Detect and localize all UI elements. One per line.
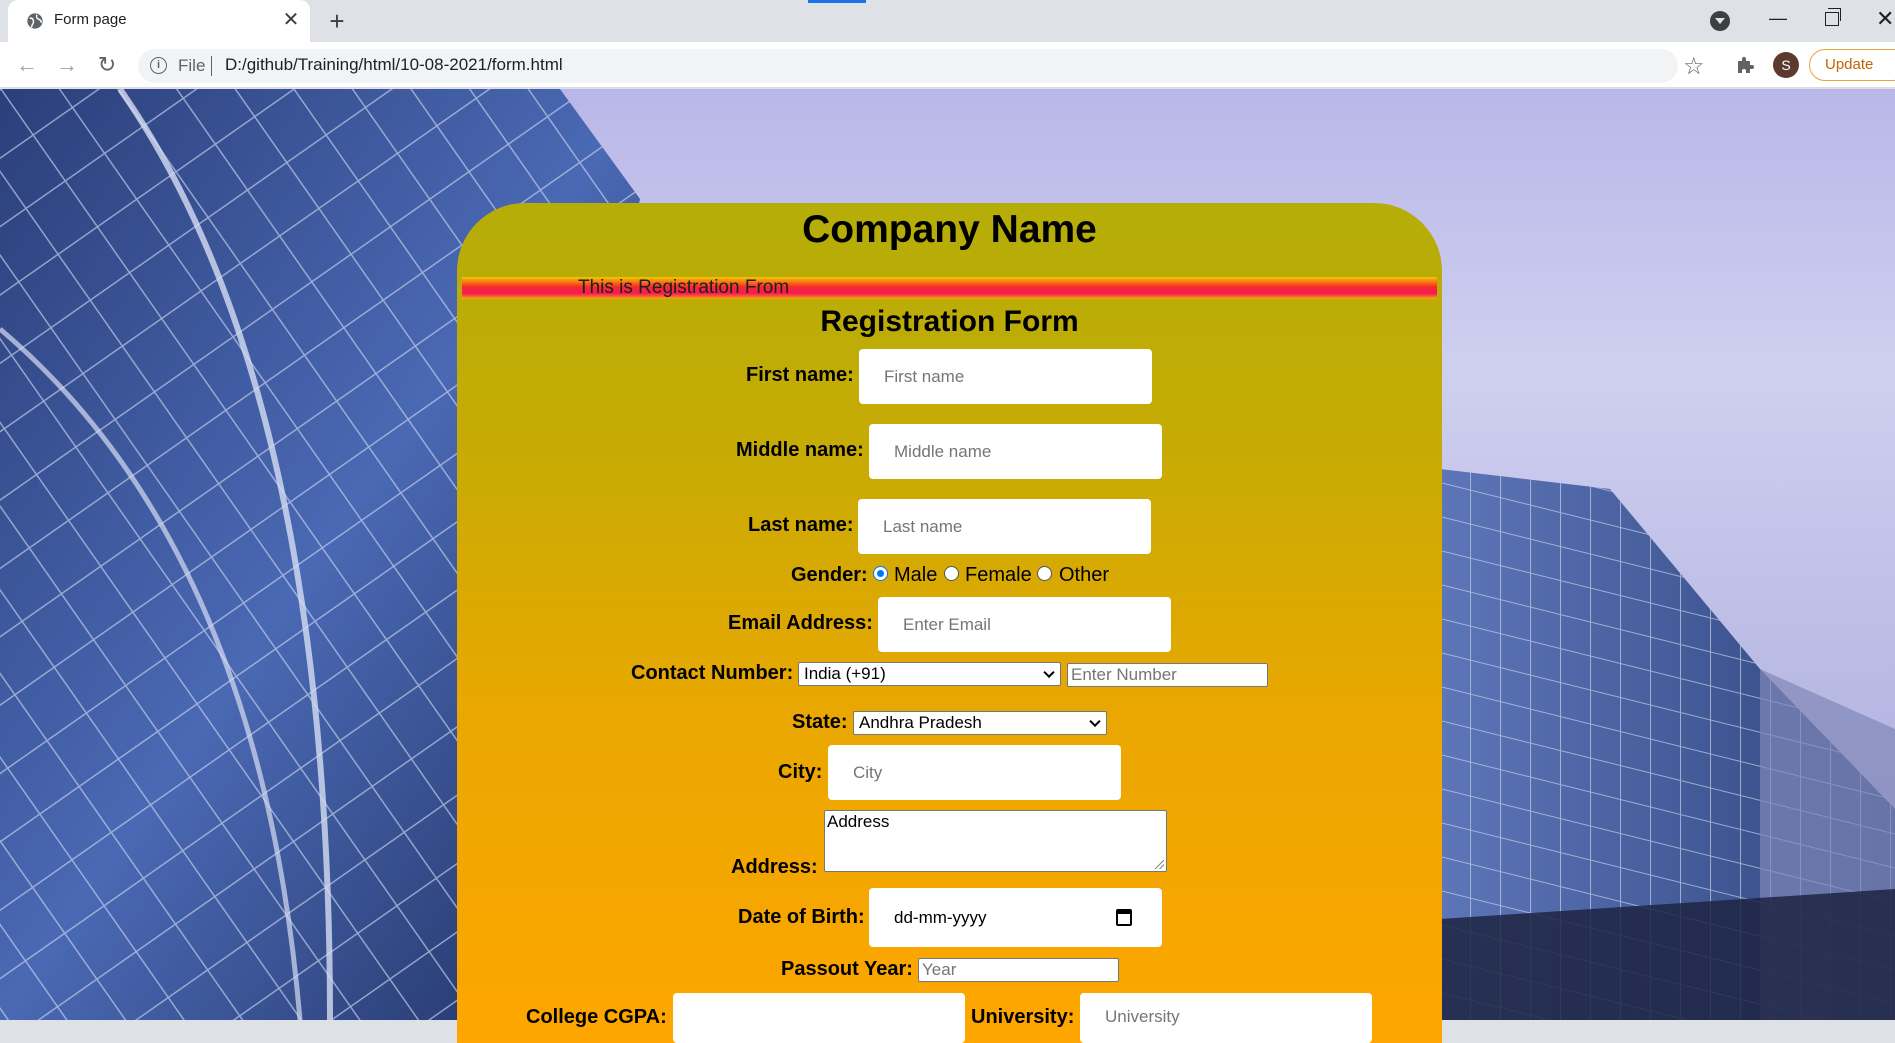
- state-select[interactable]: Andhra Pradesh: [853, 711, 1107, 735]
- form-title: Registration Form: [820, 305, 1079, 338]
- chevron-down-icon: [1089, 715, 1101, 728]
- middle-name-placeholder: Middle name: [894, 441, 992, 461]
- update-button[interactable]: Update: [1809, 49, 1895, 81]
- first-name-label: First name:: [746, 364, 854, 386]
- tab-close-icon[interactable]: ✕: [280, 9, 302, 31]
- gender-label: Gender:: [791, 564, 868, 586]
- info-icon[interactable]: i: [150, 57, 167, 74]
- url-text[interactable]: D:/github/Training/html/10-08-2021/form.…: [225, 55, 563, 75]
- window-close-button[interactable]: ✕: [1876, 6, 1895, 31]
- loading-indicator: [808, 0, 866, 3]
- first-name-input[interactable]: First name: [859, 349, 1152, 404]
- middle-name-input[interactable]: Middle name: [869, 424, 1162, 479]
- cgpa-input[interactable]: [673, 993, 965, 1043]
- passout-year-label: Passout Year:: [781, 958, 913, 980]
- tab-title: Form page: [54, 11, 127, 28]
- gender-other-radio[interactable]: [1037, 566, 1052, 581]
- reload-icon[interactable]: ↻: [93, 51, 121, 79]
- university-placeholder: University: [1105, 1007, 1180, 1026]
- gender-other-label: Other: [1059, 564, 1110, 586]
- scheme-divider: [211, 56, 212, 76]
- globe-icon: [27, 13, 43, 29]
- university-label: University:: [971, 1006, 1075, 1028]
- resize-grip-icon[interactable]: [1155, 860, 1164, 869]
- state-label: State:: [792, 711, 848, 733]
- extensions-puzzle-icon[interactable]: [1735, 55, 1755, 75]
- gender-female-label: Female: [965, 564, 1032, 586]
- profile-avatar[interactable]: S: [1773, 52, 1799, 78]
- city-placeholder: City: [853, 762, 883, 782]
- country-code-select[interactable]: India (+91): [798, 662, 1061, 686]
- state-value: Andhra Pradesh: [859, 713, 982, 732]
- gender-female-radio[interactable]: [944, 566, 959, 581]
- dob-placeholder: dd-mm-yyyy: [894, 907, 987, 927]
- city-label: City:: [778, 761, 823, 783]
- minimize-button[interactable]: —: [1768, 8, 1788, 30]
- back-arrow-icon[interactable]: ←: [13, 51, 41, 79]
- address-label: Address:: [731, 856, 818, 878]
- company-name-heading: Company Name: [802, 208, 1097, 251]
- email-input[interactable]: Enter Email: [878, 597, 1171, 652]
- passout-year-input[interactable]: Year: [918, 958, 1119, 982]
- address-textarea[interactable]: Address: [824, 810, 1167, 872]
- contact-number-placeholder: Enter Number: [1071, 665, 1177, 684]
- email-placeholder: Enter Email: [903, 614, 991, 634]
- first-name-placeholder: First name: [884, 366, 965, 386]
- email-label: Email Address:: [728, 612, 873, 634]
- calendar-icon[interactable]: [1116, 909, 1132, 926]
- dob-input[interactable]: dd-mm-yyyy: [869, 888, 1162, 947]
- gender-male-label: Male: [894, 564, 938, 586]
- new-tab-button[interactable]: +: [322, 7, 352, 37]
- bookmark-star-icon[interactable]: ☆: [1683, 52, 1705, 81]
- chevron-down-icon: [1043, 666, 1055, 679]
- country-code-value: India (+91): [804, 664, 886, 683]
- last-name-placeholder: Last name: [883, 516, 963, 536]
- cgpa-label: College CGPA:: [526, 1006, 667, 1028]
- tab-search-icon[interactable]: [1710, 11, 1730, 31]
- city-input[interactable]: City: [828, 745, 1121, 800]
- url-scheme: File: [178, 56, 206, 75]
- contact-number-input[interactable]: Enter Number: [1067, 663, 1268, 687]
- last-name-input[interactable]: Last name: [858, 499, 1151, 554]
- last-name-label: Last name:: [748, 514, 854, 536]
- university-input[interactable]: University: [1080, 993, 1372, 1043]
- address-value: Address: [827, 812, 890, 831]
- contact-label: Contact Number:: [631, 662, 794, 684]
- passout-year-placeholder: Year: [922, 960, 957, 979]
- gender-male-radio[interactable]: [873, 566, 888, 581]
- forward-arrow-icon[interactable]: →: [53, 51, 81, 79]
- marquee-text: This is Registration From: [578, 277, 790, 298]
- middle-name-label: Middle name:: [736, 439, 864, 461]
- dob-label: Date of Birth:: [738, 906, 865, 928]
- restore-button[interactable]: [1825, 8, 1841, 26]
